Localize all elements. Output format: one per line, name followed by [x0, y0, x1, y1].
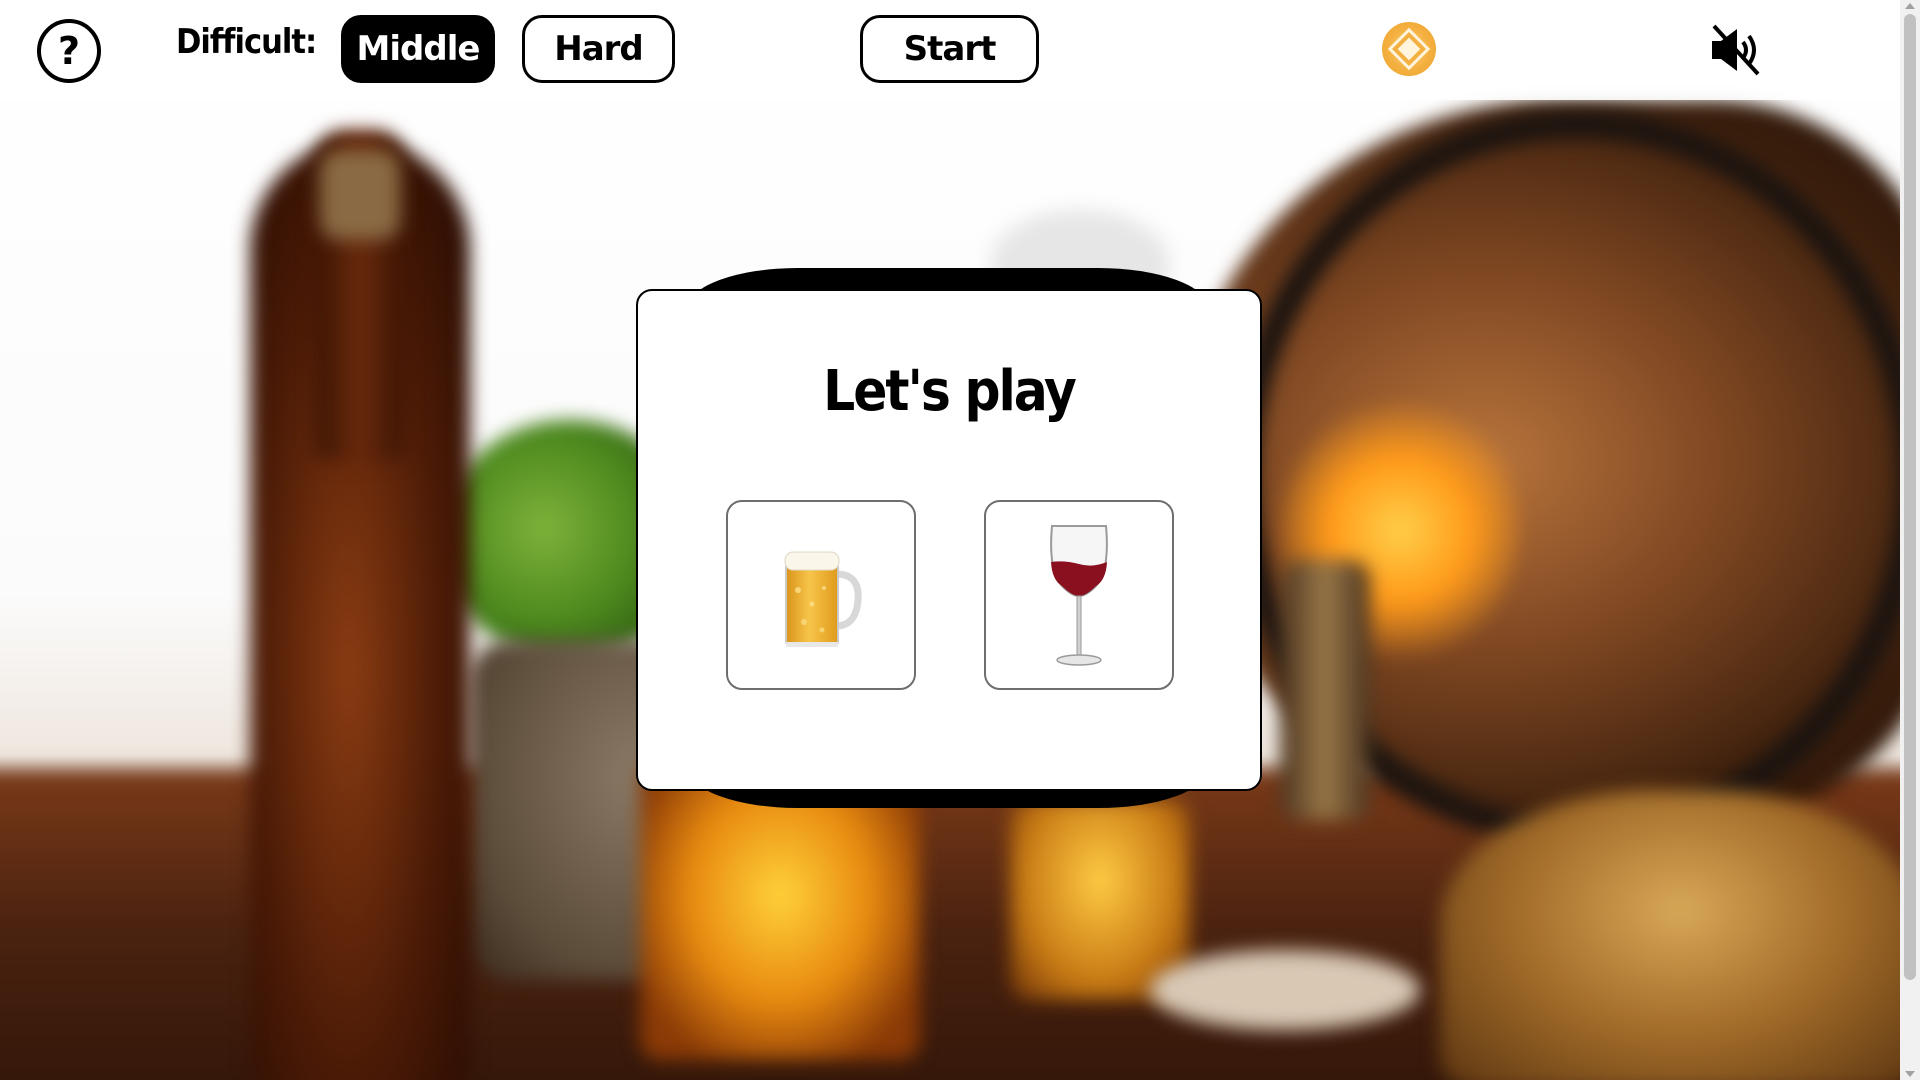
- vertical-scrollbar[interactable]: [1900, 0, 1920, 1080]
- difficulty-hard-button[interactable]: Hard: [522, 15, 675, 83]
- background-bottle-cork: [320, 150, 400, 240]
- wine-choice-button[interactable]: [984, 500, 1174, 690]
- difficulty-middle-button[interactable]: Middle: [341, 15, 495, 83]
- start-button[interactable]: Start: [860, 15, 1039, 83]
- dialog-title: Let's play: [823, 359, 1077, 424]
- scroll-up-arrow-icon[interactable]: [1905, 3, 1915, 9]
- difficulty-label: Difficult:: [176, 22, 317, 62]
- scrollbar-thumb[interactable]: [1904, 14, 1916, 980]
- speaker-muted-icon: [1712, 24, 1760, 76]
- start-label: Start: [903, 29, 997, 69]
- difficulty-hard-label: Hard: [554, 29, 644, 69]
- diamond-icon: [1392, 32, 1426, 66]
- top-bar: ? Difficult: Middle Hard Start: [0, 0, 1900, 100]
- scroll-down-arrow-icon[interactable]: [1905, 1071, 1915, 1077]
- difficulty-middle-label: Middle: [356, 29, 481, 69]
- background-barrel-tap: [1280, 560, 1370, 820]
- help-button[interactable]: ?: [37, 19, 101, 83]
- beer-mug-icon: [784, 551, 862, 647]
- background-beer-glass: [1010, 800, 1190, 1000]
- question-circle-icon: ?: [57, 29, 81, 73]
- beer-choice-button[interactable]: [726, 500, 916, 690]
- coin-icon[interactable]: [1382, 22, 1436, 76]
- background-dish: [1150, 950, 1420, 1030]
- game-stage: ? Difficult: Middle Hard Start Let's pla…: [0, 0, 1920, 1080]
- wine-glass-icon: [1050, 525, 1108, 666]
- choose-drink-dialog: Let's play: [636, 289, 1262, 791]
- sound-toggle-button[interactable]: [1708, 22, 1764, 78]
- background-wheat: [1440, 790, 1900, 1080]
